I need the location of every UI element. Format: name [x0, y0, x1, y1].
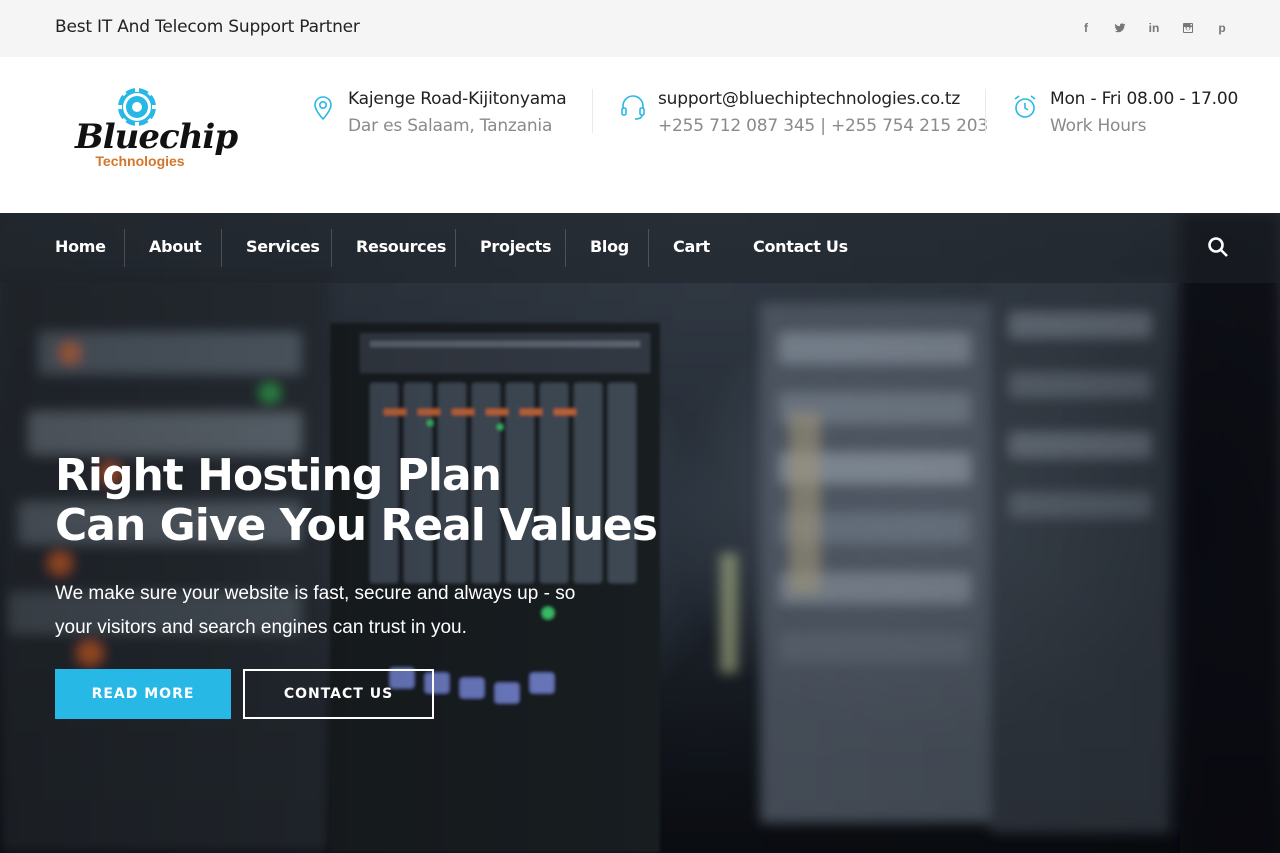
hours-info: Mon - Fri 08.00 - 17.00 Work Hours — [1012, 87, 1238, 137]
hero-title-line1: Right Hosting Plan — [55, 450, 502, 501]
nav-divider — [331, 229, 332, 267]
nav-services[interactable]: Services — [246, 213, 320, 283]
map-pin-icon — [310, 93, 336, 121]
twitter-icon[interactable] — [1112, 19, 1128, 37]
nav-projects[interactable]: Projects — [480, 213, 552, 283]
logo-wordmark: Bluechip — [75, 117, 238, 157]
nav-about[interactable]: About — [149, 213, 202, 283]
nav-divider — [221, 229, 222, 267]
site-header: Bluechip Technologies Kajenge Road-Kijit… — [0, 57, 1280, 213]
site-logo[interactable]: Bluechip Technologies — [75, 85, 238, 175]
nav-resources[interactable]: Resources — [356, 213, 446, 283]
linkedin-icon[interactable]: in — [1146, 19, 1162, 37]
hours-line2: Work Hours — [1050, 116, 1147, 136]
nav-divider — [124, 229, 125, 267]
hero-title: Right Hosting Plan Can Give You Real Val… — [55, 450, 658, 551]
address-line1: Kajenge Road-Kijitonyama — [348, 89, 567, 109]
nav-divider — [565, 229, 566, 267]
nav-home[interactable]: Home — [55, 213, 106, 283]
top-bar: Best IT And Telecom Support Partner f in… — [0, 0, 1280, 57]
address-info: Kajenge Road-Kijitonyama Dar es Salaam, … — [310, 87, 580, 137]
main-nav: Home About Services Resources Projects B… — [0, 213, 1280, 283]
support-email[interactable]: support@bluechiptechnologies.co.tz — [658, 89, 960, 109]
hero-title-line2: Can Give You Real Values — [55, 500, 658, 551]
nav-blog[interactable]: Blog — [590, 213, 629, 283]
social-links: f in p — [1078, 19, 1230, 37]
alarm-clock-icon — [1012, 93, 1038, 121]
nav-divider — [648, 229, 649, 267]
info-divider — [592, 89, 593, 133]
hero-slider: Home About Services Resources Projects B… — [0, 213, 1280, 853]
nav-cart[interactable]: Cart — [673, 213, 710, 283]
headset-icon — [620, 93, 646, 121]
nav-divider — [455, 229, 456, 267]
hero-description: We make sure your website is fast, secur… — [55, 583, 576, 638]
contact-us-button[interactable]: CONTACT US — [243, 669, 434, 719]
pinterest-icon[interactable]: p — [1214, 19, 1230, 37]
contact-info: support@bluechiptechnologies.co.tz +255 … — [620, 87, 988, 137]
read-more-button[interactable]: READ MORE — [55, 669, 231, 719]
logo-subtitle: Technologies — [95, 153, 185, 169]
search-icon[interactable] — [1207, 236, 1229, 258]
phone-numbers: +255 712 087 345 | +255 754 215 203 — [658, 116, 989, 136]
nav-contact-us[interactable]: Contact Us — [753, 213, 848, 283]
hours-line1: Mon - Fri 08.00 - 17.00 — [1050, 89, 1239, 109]
tagline: Best IT And Telecom Support Partner — [55, 17, 360, 37]
instagram-icon[interactable] — [1180, 19, 1196, 37]
facebook-icon[interactable]: f — [1078, 19, 1094, 37]
info-divider — [985, 89, 986, 133]
address-line2: Dar es Salaam, Tanzania — [348, 116, 553, 136]
